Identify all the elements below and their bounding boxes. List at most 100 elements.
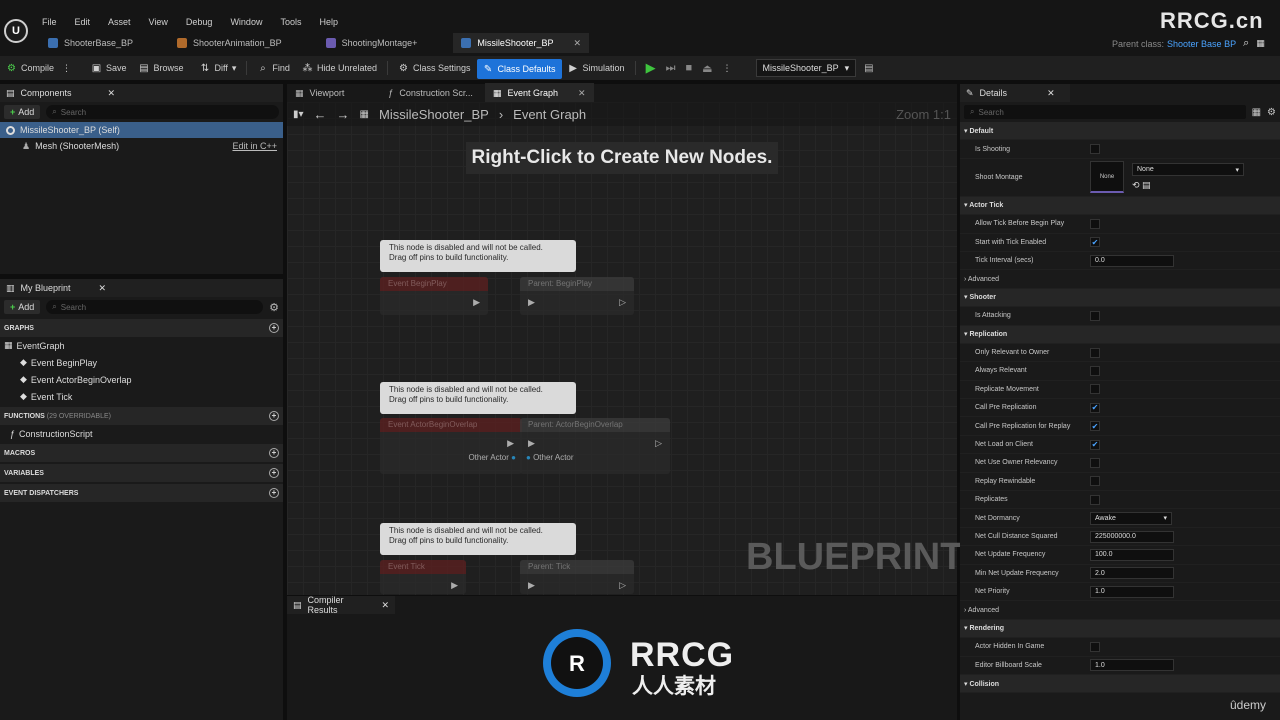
play-icon[interactable]: ▶ <box>646 60 656 76</box>
graph-eventgraph[interactable]: ▦ EventGraph <box>0 337 283 354</box>
add-function-icon[interactable]: + <box>269 411 279 421</box>
add-dispatcher-icon[interactable]: + <box>269 488 279 498</box>
hide-unrelated-button[interactable]: ⁂ Hide Unrelated <box>296 56 383 80</box>
exec-pin-icon[interactable]: ▶ <box>528 297 535 308</box>
details-search-input[interactable]: ⌕ Search <box>964 105 1246 119</box>
section-functions[interactable]: FUNCTIONS (29 OVERRIDABLE) + <box>0 407 283 425</box>
menu-tools[interactable]: Tools <box>280 17 301 27</box>
other-actor-pin[interactable]: Other Actor ● <box>380 449 522 462</box>
section-variables[interactable]: VARIABLES + <box>0 464 283 482</box>
property-checkbox[interactable] <box>1090 457 1100 468</box>
details-property-row[interactable]: › Advanced <box>960 270 1280 289</box>
add-variable-icon[interactable]: + <box>269 468 279 478</box>
asset-picker-dropdown[interactable]: None ▾ <box>1132 163 1244 177</box>
tab-missileshooter[interactable]: MissileShooter_BP ✕ <box>453 33 590 53</box>
property-number-input[interactable]: 2.0 <box>1090 567 1174 580</box>
property-checkbox[interactable] <box>1090 494 1100 505</box>
node-event-tick[interactable]: Event Tick ▶ <box>380 560 466 594</box>
close-icon[interactable]: ✕ <box>1047 88 1055 99</box>
function-item[interactable]: ƒ ConstructionScript <box>0 425 283 442</box>
event-item[interactable]: ◆ Event ActorBeginOverlap <box>0 371 283 388</box>
property-number-input[interactable]: 225000000.0 <box>1090 530 1174 543</box>
add-member-button[interactable]: + Add <box>4 300 41 314</box>
section-event-dispatchers[interactable]: EVENT DISPATCHERS + <box>0 484 283 502</box>
parent-class-link[interactable]: Shooter Base BP <box>1167 39 1236 49</box>
components-search-input[interactable]: ⌕ Search <box>46 105 279 119</box>
menu-file[interactable]: File <box>42 17 57 27</box>
forward-arrow-icon[interactable]: → <box>337 107 350 122</box>
property-checkbox[interactable] <box>1090 218 1100 229</box>
exec-pin-icon[interactable]: ▶ <box>528 580 535 591</box>
add-component-button[interactable]: + Add <box>4 105 41 119</box>
gear-icon[interactable]: ⚙ <box>1267 107 1276 118</box>
property-checkbox[interactable] <box>1090 384 1100 395</box>
asset-thumbnail[interactable]: None <box>1090 161 1124 194</box>
close-icon[interactable]: ✕ <box>578 88 586 99</box>
section-graphs[interactable]: GRAPHS + <box>0 319 283 337</box>
step-icon[interactable]: ⏭ <box>666 62 676 75</box>
browse-button[interactable]: ▤ Browse <box>133 56 190 80</box>
class-defaults-button[interactable]: ✎ Class Defaults <box>476 59 562 79</box>
exec-out-pin-icon[interactable]: ▷ <box>655 438 662 449</box>
use-selected-icon[interactable]: ⟲ <box>1132 180 1142 190</box>
menu-window[interactable]: Window <box>230 17 262 27</box>
node-parent-actorbeginoverlap[interactable]: Parent: ActorBeginOverlap ▶ ▷ ● Other Actor <box>520 418 670 474</box>
property-number-input[interactable]: 1.0 <box>1090 585 1174 598</box>
details-category[interactable]: ▾ Collision <box>960 674 1280 694</box>
exec-out-pin-icon[interactable]: ▷ <box>619 297 626 308</box>
close-icon[interactable]: ✕ <box>381 600 389 611</box>
exec-pin-icon[interactable]: ▶ <box>528 438 535 449</box>
compiler-results-tab[interactable]: ▤ Compiler Results ✕ <box>287 595 395 615</box>
exec-out-pin-icon[interactable]: ▷ <box>619 580 626 591</box>
compile-button[interactable]: ⚙ Compile ⋮ <box>0 56 77 80</box>
property-checkbox[interactable] <box>1090 365 1100 376</box>
bookmark-icon[interactable]: ▮▾ <box>293 109 304 120</box>
eject-icon[interactable]: ⏏ <box>702 62 712 75</box>
property-number-input[interactable]: 1.0 <box>1090 659 1174 672</box>
close-icon[interactable]: ✕ <box>573 38 581 49</box>
gear-icon[interactable]: ⚙ <box>269 301 279 314</box>
add-graph-icon[interactable]: + <box>269 323 279 333</box>
add-macro-icon[interactable]: + <box>269 448 279 458</box>
class-settings-button[interactable]: ⚙ Class Settings <box>392 56 477 80</box>
tab-shootingmontage[interactable]: ShootingMontage+ <box>318 33 426 53</box>
browse-debug-icon[interactable]: ▤ <box>864 63 873 74</box>
node-event-beginplay[interactable]: Event BeginPlay ▶ <box>380 277 488 315</box>
details-property-row[interactable]: › Advanced <box>960 601 1280 620</box>
menu-debug[interactable]: Debug <box>186 17 213 27</box>
stop-icon[interactable]: ■ <box>685 62 692 74</box>
event-item[interactable]: ◆ Event BeginPlay <box>0 354 283 371</box>
details-category[interactable]: ▾ Actor Tick <box>960 196 1280 216</box>
component-mesh[interactable]: ♟ Mesh (ShooterMesh) Edit in C++ <box>0 138 283 154</box>
close-icon[interactable]: ✕ <box>99 283 107 294</box>
tab-construction-script[interactable]: ƒ Construction Scr... <box>380 83 481 103</box>
breadcrumb-blueprint[interactable]: MissileShooter_BP <box>379 107 489 122</box>
property-checkbox[interactable]: ✔ <box>1090 402 1100 413</box>
exec-pin-icon[interactable]: ▶ <box>380 574 466 591</box>
details-category[interactable]: ▾ Replication <box>960 325 1280 344</box>
table-icon[interactable]: ▦ <box>1252 107 1261 118</box>
other-actor-pin[interactable]: ● Other Actor <box>520 449 670 462</box>
property-checkbox[interactable] <box>1090 144 1100 155</box>
property-number-input[interactable]: 100.0 <box>1090 548 1174 561</box>
tab-shooteranimation[interactable]: ShooterAnimation_BP <box>169 33 290 53</box>
property-checkbox[interactable] <box>1090 310 1100 321</box>
property-dropdown[interactable]: Awake ▾ <box>1090 511 1172 525</box>
details-category[interactable]: ▾ Default <box>960 122 1280 141</box>
tab-shooterbase[interactable]: ShooterBase_BP <box>40 33 141 53</box>
tab-viewport[interactable]: ▦ Viewport <box>287 83 352 103</box>
unreal-logo-icon[interactable]: U <box>4 19 28 43</box>
close-icon[interactable]: ✕ <box>108 88 116 99</box>
exec-pin-icon[interactable]: ▶ <box>380 432 522 449</box>
property-checkbox[interactable] <box>1090 347 1100 358</box>
exec-pin-icon[interactable]: ▶ <box>380 291 488 308</box>
property-number-input[interactable]: 0.0 <box>1090 254 1174 267</box>
property-checkbox[interactable]: ✔ <box>1090 237 1100 248</box>
event-graph-canvas[interactable] <box>287 102 957 595</box>
section-macros[interactable]: MACROS + <box>0 444 283 462</box>
breadcrumb-graph[interactable]: Event Graph <box>513 107 586 122</box>
browse-asset-icon[interactable]: ▤ <box>1142 180 1151 190</box>
search-icon[interactable]: ⌕ <box>1243 37 1249 50</box>
node-event-actorbeginoverlap[interactable]: Event ActorBeginOverlap ▶ Other Actor ● <box>380 418 522 474</box>
details-category[interactable]: ▾ Shooter <box>960 288 1280 308</box>
